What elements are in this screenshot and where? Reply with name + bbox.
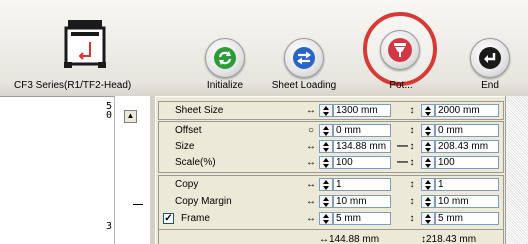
size-link-toggle[interactable]: — [397,140,408,152]
copy-margin-y-field[interactable]: 10 mm [435,195,499,208]
copy-y-field[interactable]: 1 [435,178,499,191]
size-width-field[interactable]: 134.88 mm [333,140,391,153]
ruler-bottom-number: 3 [106,221,113,232]
offset-symbol: ○ [307,125,315,136]
scale-width-spinner[interactable] [319,156,333,169]
copy-margin-y-spinner[interactable] [421,195,435,208]
frame-checkbox[interactable]: ✓ [163,213,174,224]
scale-height-field[interactable]: 100 [435,156,499,169]
copy-margin-label: Copy Margin [175,196,232,207]
plot-button[interactable] [380,30,420,70]
frame-x-spinner[interactable] [319,212,333,225]
copy-x-spinner[interactable] [319,178,333,191]
scale-label: Scale(%) [175,157,216,168]
height-symbol: ↕ [409,157,415,168]
offset-y-spinner[interactable] [421,124,435,137]
scale-link-toggle[interactable]: — [397,156,408,168]
plotter-device-icon [62,18,108,70]
height-symbol: ↕ [409,179,415,190]
plotter-pen-icon [388,38,412,62]
ruler-tick [133,204,143,205]
height-symbol: ↕ [409,213,415,224]
size-height-spinner[interactable] [421,140,435,153]
copy-label: Copy [175,179,199,190]
refresh-icon [214,47,236,69]
frame-label: Frame [181,213,210,224]
size-height-field[interactable]: 208.43 mm [435,140,499,153]
width-symbol: ↔ [306,157,316,168]
height-symbol: ↕ [409,125,415,136]
offset-y-field[interactable]: 0 mm [435,124,499,137]
initialize-button[interactable] [205,38,245,78]
copy-margin-x-field[interactable]: 10 mm [333,195,391,208]
sheet-size-group: Sheet Size ↔ 1300 mm ↕ 2000 mm [158,101,504,120]
width-symbol: ↔ [306,213,316,224]
offset-x-field[interactable]: 0 mm [333,124,391,137]
device-label: CF3 Series(R1/TF2-Head) [14,80,132,91]
swap-arrows-icon [293,47,315,69]
return-arrow-icon [479,47,501,69]
copy-y-spinner[interactable] [421,178,435,191]
sheet-loading-label: Sheet Loading [271,80,337,91]
sheet-width-spinner[interactable] [319,104,333,117]
copy-margin-x-spinner[interactable] [319,195,333,208]
frame-x-field[interactable]: 5 mm [333,212,391,225]
copy-group: Copy ↔ 1 ↕ 1 Copy Margin ↔ 10 mm ↕ 10 mm… [158,175,504,244]
size-label: Size [175,141,195,152]
width-symbol: ↔ [306,105,316,116]
toolbar: CF3 Series(R1/TF2-Head) Initialize Sheet… [0,0,528,96]
frame-y-spinner[interactable] [421,212,435,225]
ruler-scroll-up-button[interactable]: ▲ [124,110,137,123]
total-size-row: ↔144.88 mm ↕218.43 mm [159,231,503,244]
right-scroll-strip [505,96,528,244]
copy-x-field[interactable]: 1 [333,178,391,191]
frame-y-field[interactable]: 5 mm [435,212,499,225]
ruler-top-number: 5 0 [106,101,113,121]
initialize-label: Initialize [206,80,244,91]
height-symbol: ↕ [409,196,415,207]
scale-height-spinner[interactable] [421,156,435,169]
sheet-height-spinner[interactable] [421,104,435,117]
offset-x-spinner[interactable] [319,124,333,137]
layout-group: Offset ○ 0 mm ↕ 0 mm Size ↔ 134.88 mm — … [158,121,504,173]
width-symbol: ↔ [306,141,316,152]
end-button[interactable] [470,38,510,78]
frame-row: ✓ Frame ↔ 5 mm ↕ 5 mm [159,210,503,228]
sheet-size-row: Sheet Size ↔ 1300 mm ↕ 2000 mm [159,102,503,120]
offset-label: Offset [175,125,202,136]
end-label: End [481,80,499,91]
settings-panel: Sheet Size ↔ 1300 mm ↕ 2000 mm Offset ○ … [155,96,505,244]
divider [159,229,503,230]
copy-margin-row: Copy Margin ↔ 10 mm ↕ 10 mm [159,193,503,211]
size-width-spinner[interactable] [319,140,333,153]
scale-row: Scale(%) ↔ 100 — ↕ 100 [159,154,503,172]
copy-row: Copy ↔ 1 ↕ 1 [159,176,503,194]
height-symbol: ↕ [409,105,415,116]
width-symbol: ↔ [306,196,316,207]
total-width-value: ↔144.88 mm [319,234,380,244]
sheet-height-field[interactable]: 2000 mm [435,104,499,117]
height-symbol: ↕ [409,141,415,152]
sheet-width-field[interactable]: 1300 mm [333,104,391,117]
total-height-value: ↕218.43 mm [421,234,477,244]
scale-width-field[interactable]: 100 [333,156,391,169]
width-symbol: ↔ [306,179,316,190]
sheet-size-label: Sheet Size [175,105,224,116]
sheet-loading-button[interactable] [284,38,324,78]
plot-label: Pot... [389,80,413,91]
